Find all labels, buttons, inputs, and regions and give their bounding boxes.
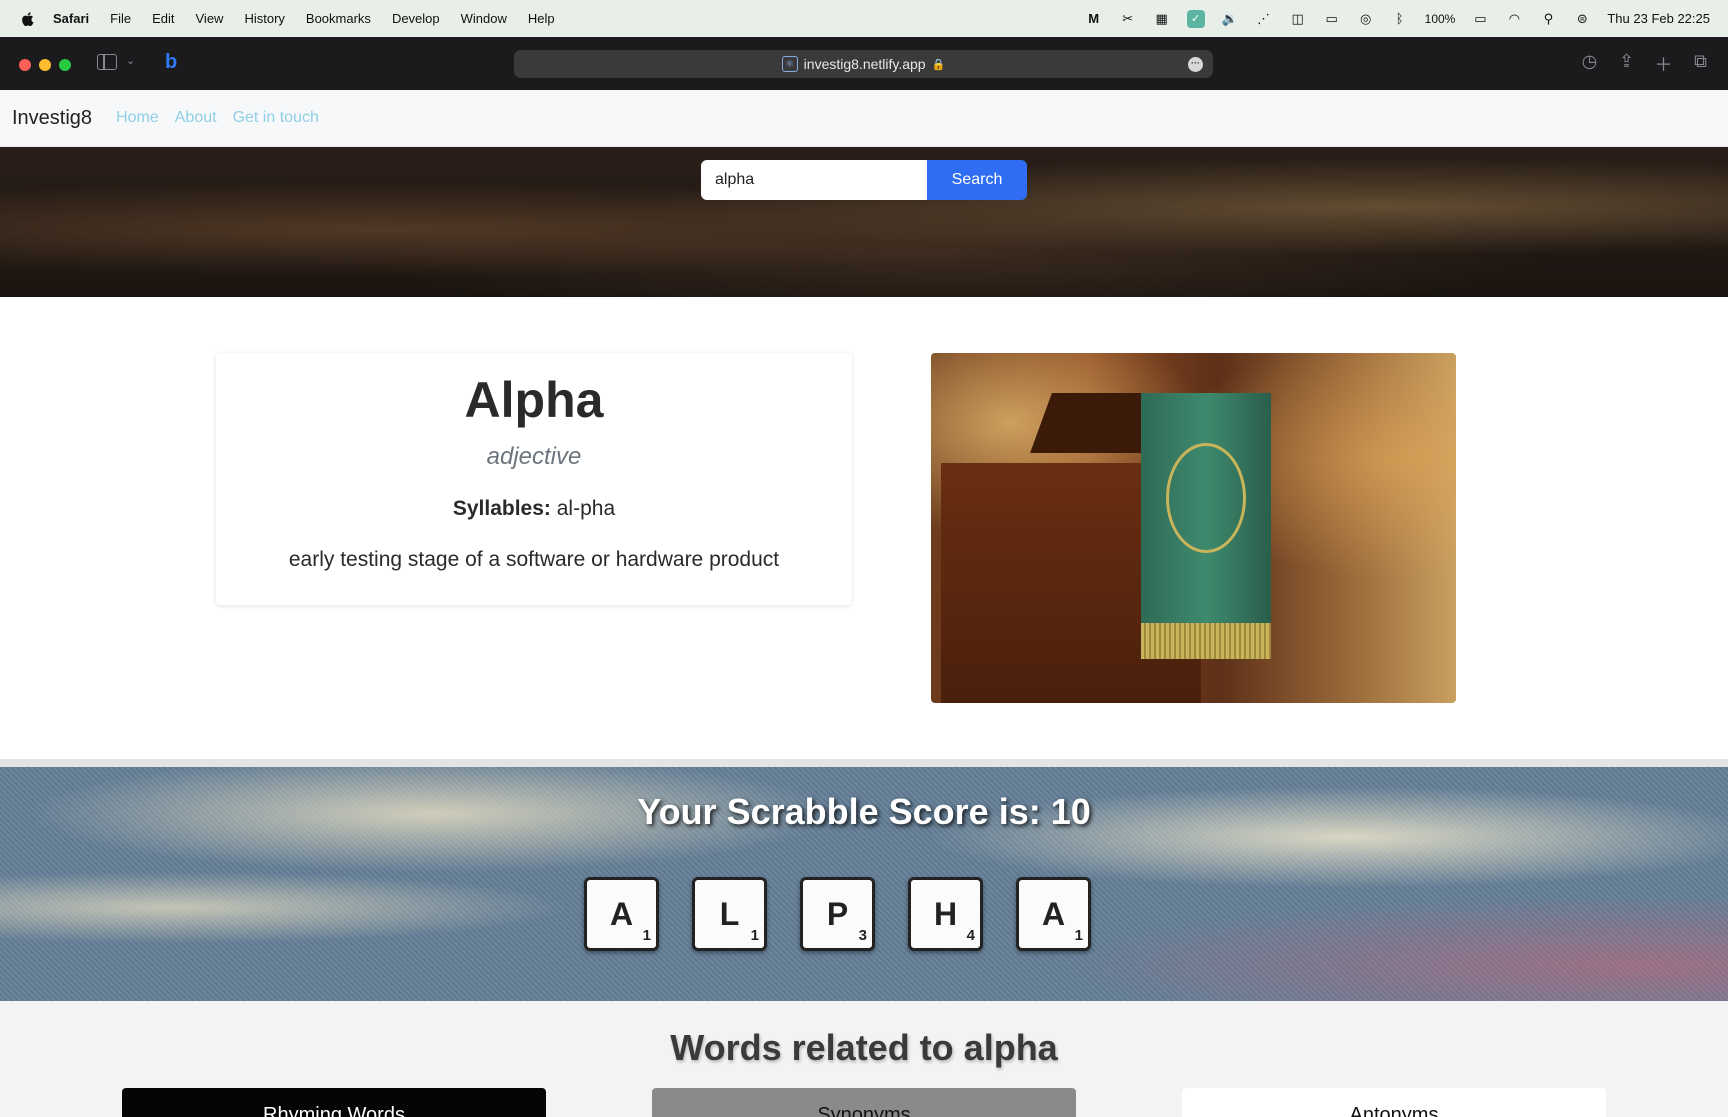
menu-bookmarks[interactable]: Bookmarks bbox=[306, 11, 371, 26]
macos-menu-bar: Safari File Edit View History Bookmarks … bbox=[0, 0, 1728, 37]
rhyming-words-tab[interactable]: Rhyming Words bbox=[122, 1088, 546, 1117]
close-window-button[interactable] bbox=[19, 59, 31, 71]
syllables-value: al-pha bbox=[556, 497, 616, 520]
menu-safari[interactable]: Safari bbox=[53, 11, 89, 26]
clock[interactable]: Thu 23 Feb 22:25 bbox=[1607, 11, 1710, 26]
battery-icon[interactable]: ▭ bbox=[1471, 10, 1489, 28]
word-definition: early testing stage of a software or har… bbox=[288, 548, 780, 571]
tile-points: 1 bbox=[750, 927, 759, 944]
m-app-icon[interactable]: M bbox=[1085, 10, 1103, 28]
alpha-omega-emblem bbox=[1166, 443, 1246, 553]
hero-banner: Search bbox=[0, 147, 1728, 297]
history-icon[interactable]: ◷ bbox=[1580, 51, 1599, 77]
synonyms-tab[interactable]: Synonyms bbox=[652, 1088, 1076, 1117]
battery-percent: 100% bbox=[1424, 11, 1456, 26]
url-text: investig8.netlify.app bbox=[803, 56, 926, 72]
syllables: Syllables: al-pha bbox=[216, 497, 852, 521]
wifi-icon[interactable]: ◠ bbox=[1505, 10, 1523, 28]
browser-toolbar: ⌄ b ⚛ investig8.netlify.app 🔒 ··· ◷ ⇪ ＋ … bbox=[0, 37, 1728, 90]
new-tab-icon[interactable]: ＋ bbox=[1654, 51, 1673, 77]
site-favicon-icon: ⚛ bbox=[781, 56, 798, 72]
section-divider bbox=[0, 759, 1728, 767]
syllables-label: Syllables: bbox=[452, 497, 551, 520]
apple-logo-icon[interactable] bbox=[19, 10, 37, 28]
address-bar[interactable]: ⚛ investig8.netlify.app 🔒 ··· bbox=[514, 50, 1213, 78]
volume-icon[interactable]: 🔉 bbox=[1221, 10, 1239, 28]
menu-edit[interactable]: Edit bbox=[152, 11, 174, 26]
app-status-icon[interactable]: ✓ bbox=[1186, 9, 1205, 28]
tile-points: 1 bbox=[1074, 927, 1083, 944]
antonyms-tab[interactable]: Antonyms bbox=[1182, 1088, 1606, 1117]
menu-window[interactable]: Window bbox=[461, 11, 507, 26]
menu-help[interactable]: Help bbox=[528, 11, 555, 26]
scrabble-tile: L 1 bbox=[692, 877, 767, 951]
scissors-icon[interactable]: ✂ bbox=[1119, 10, 1137, 28]
related-words-title: Words related to alpha bbox=[670, 1027, 1058, 1068]
site-navbar: Investig8 Home About Get in touch bbox=[0, 90, 1728, 147]
nav-home-link[interactable]: Home bbox=[116, 109, 159, 127]
bing-extension-icon[interactable]: b bbox=[165, 51, 177, 74]
sidebar-toggle-icon[interactable] bbox=[97, 54, 117, 70]
fullscreen-window-button[interactable] bbox=[59, 59, 71, 71]
search-form: Search bbox=[701, 160, 1027, 200]
status-icons: M ✂ ▦ ✓ 🔉 ⋰ ◫ ▭ ◎ ᛒ 100% ▭ ◠ ⚲ ⊜ Thu 23 … bbox=[1085, 0, 1710, 37]
scrabble-tile: H 4 bbox=[908, 877, 983, 951]
site-brand[interactable]: Investig8 bbox=[12, 107, 92, 130]
window-controls bbox=[19, 59, 71, 71]
tile-points: 4 bbox=[966, 927, 975, 944]
spotlight-search-icon[interactable]: ⚲ bbox=[1539, 10, 1557, 28]
layout-icon[interactable]: ▦ bbox=[1153, 10, 1171, 28]
banner-fringe bbox=[1141, 623, 1271, 659]
bluetooth-icon[interactable]: ᛒ bbox=[1391, 10, 1409, 28]
word-card: Alpha adjective Syllables: al-pha early … bbox=[216, 353, 852, 605]
scrabble-tile: P 3 bbox=[800, 877, 875, 951]
scrabble-tiles: A 1 L 1 P 3 H 4 A 1 bbox=[584, 877, 1091, 951]
more-options-icon[interactable]: ··· bbox=[1188, 57, 1203, 72]
menu-view[interactable]: View bbox=[196, 11, 224, 26]
scrabble-tile: A 1 bbox=[1016, 877, 1091, 951]
word-image bbox=[931, 353, 1456, 703]
nav-contact-link[interactable]: Get in touch bbox=[233, 109, 319, 127]
share-icon[interactable]: ⇪ bbox=[1617, 51, 1636, 77]
control-center-icon[interactable]: ⊜ bbox=[1573, 10, 1591, 28]
nav-about-link[interactable]: About bbox=[175, 109, 217, 127]
airdrop-icon[interactable]: ◎ bbox=[1357, 10, 1375, 28]
menu-history[interactable]: History bbox=[244, 11, 284, 26]
scrabble-tile: A 1 bbox=[584, 877, 659, 951]
tile-points: 3 bbox=[858, 927, 867, 944]
scrabble-score-title: Your Scrabble Score is: 10 bbox=[637, 791, 1091, 832]
search-input[interactable] bbox=[701, 160, 927, 200]
tile-points: 1 bbox=[642, 927, 651, 944]
scrabble-section: Your Scrabble Score is: 10 A 1 L 1 P 3 H… bbox=[0, 767, 1728, 1001]
activity-icon[interactable]: ⋰ bbox=[1255, 10, 1273, 28]
search-button[interactable]: Search bbox=[927, 160, 1027, 200]
display-icon[interactable]: ▭ bbox=[1323, 10, 1341, 28]
lock-icon: 🔒 bbox=[931, 58, 946, 71]
part-of-speech: adjective bbox=[486, 443, 582, 470]
chevron-down-icon[interactable]: ⌄ bbox=[126, 54, 135, 67]
minimize-window-button[interactable] bbox=[39, 59, 51, 71]
menu-file[interactable]: File bbox=[110, 11, 131, 26]
toolbar-actions: ◷ ⇪ ＋ ⧉ bbox=[1580, 51, 1710, 77]
split-view-icon[interactable]: ◫ bbox=[1289, 10, 1307, 28]
menu-develop[interactable]: Develop bbox=[392, 11, 440, 26]
word-title: Alpha bbox=[464, 372, 604, 428]
related-words-section: Words related to alpha Rhyming Words Syn… bbox=[0, 1001, 1728, 1117]
tab-overview-icon[interactable]: ⧉ bbox=[1691, 51, 1710, 77]
